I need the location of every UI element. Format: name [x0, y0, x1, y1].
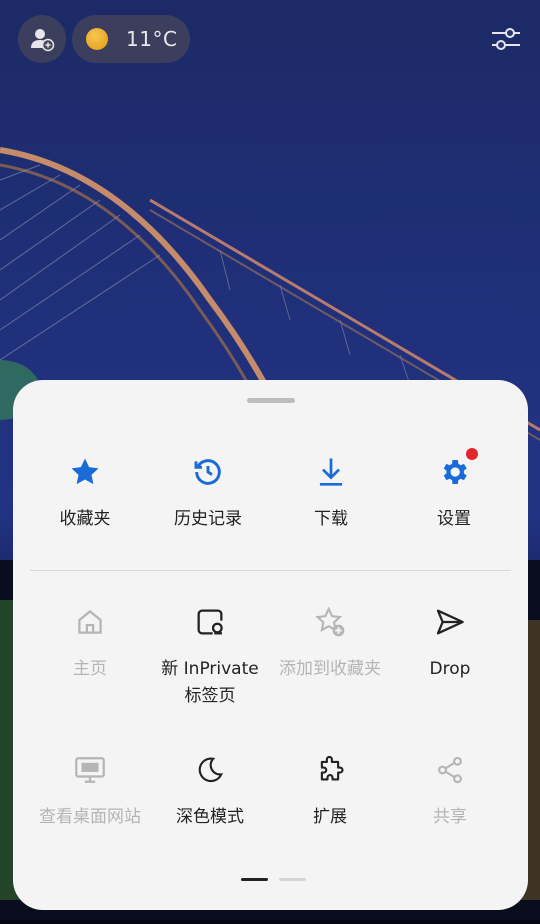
add-to-favorites-label: 添加到收藏夹: [279, 659, 381, 679]
send-icon: [430, 602, 470, 642]
drop-label: Drop: [429, 659, 471, 679]
new-inprivate-label-line2: 标签页: [184, 686, 236, 706]
downloads-button[interactable]: 下载: [271, 452, 391, 532]
weather-widget[interactable]: 11°C: [72, 15, 190, 63]
sun-icon: [86, 28, 108, 50]
page-indicator: [241, 878, 307, 897]
temperature-label: 11°C: [126, 27, 178, 51]
settings-button[interactable]: 设置: [394, 448, 514, 532]
drop-button[interactable]: Drop: [390, 602, 510, 682]
moon-icon: [190, 750, 230, 790]
page-dot[interactable]: [279, 878, 307, 881]
history-icon: [188, 452, 228, 492]
puzzle-icon: [310, 750, 350, 790]
top-bar: 11°C: [18, 15, 522, 63]
download-icon: [311, 452, 351, 492]
menu-divider: [30, 570, 511, 571]
favorites-button[interactable]: 收藏夹: [25, 452, 145, 532]
desktop-site-label: 查看桌面网站: [39, 807, 141, 827]
dark-mode-label: 深色模式: [176, 807, 244, 827]
new-inprivate-label-line1: 新 InPrivate: [161, 659, 259, 679]
notification-badge: [466, 448, 478, 460]
dark-mode-button[interactable]: 深色模式: [150, 750, 270, 830]
share-button[interactable]: 共享: [390, 750, 510, 830]
share-icon: [430, 750, 470, 790]
drag-handle[interactable]: [247, 398, 295, 403]
page-dot-active[interactable]: [241, 878, 268, 881]
add-to-favorites-button[interactable]: 添加到收藏夹: [270, 602, 390, 682]
desktop-site-button[interactable]: 查看桌面网站: [30, 750, 150, 830]
profile-button[interactable]: [18, 15, 66, 63]
extensions-button[interactable]: 扩展: [270, 750, 390, 830]
bottom-menu-sheet: 收藏夹 历史记录 下载 设置 主页 新 InPrivate 标签页 添加到收藏夹…: [13, 380, 528, 910]
inprivate-tab-icon: [190, 602, 230, 642]
add-profile-icon: [31, 29, 55, 52]
history-button[interactable]: 历史记录: [148, 452, 268, 532]
new-inprivate-tab-button[interactable]: 新 InPrivate 标签页: [150, 602, 270, 710]
star-icon: [65, 452, 105, 492]
downloads-label: 下载: [314, 509, 348, 529]
home-label: 主页: [73, 659, 107, 679]
home-icon: [70, 602, 110, 642]
home-button[interactable]: 主页: [30, 602, 150, 682]
customize-button[interactable]: [490, 23, 522, 55]
share-label: 共享: [433, 807, 467, 827]
favorites-label: 收藏夹: [59, 509, 111, 529]
gear-icon: [434, 448, 478, 492]
settings-label: 设置: [437, 509, 471, 529]
add-favorite-icon: [310, 602, 350, 642]
extensions-label: 扩展: [313, 807, 347, 827]
desktop-icon: [70, 750, 110, 790]
new-inprivate-label: 新 InPrivate 标签页: [150, 656, 270, 710]
sliders-icon: [492, 28, 520, 50]
history-label: 历史记录: [174, 509, 242, 529]
